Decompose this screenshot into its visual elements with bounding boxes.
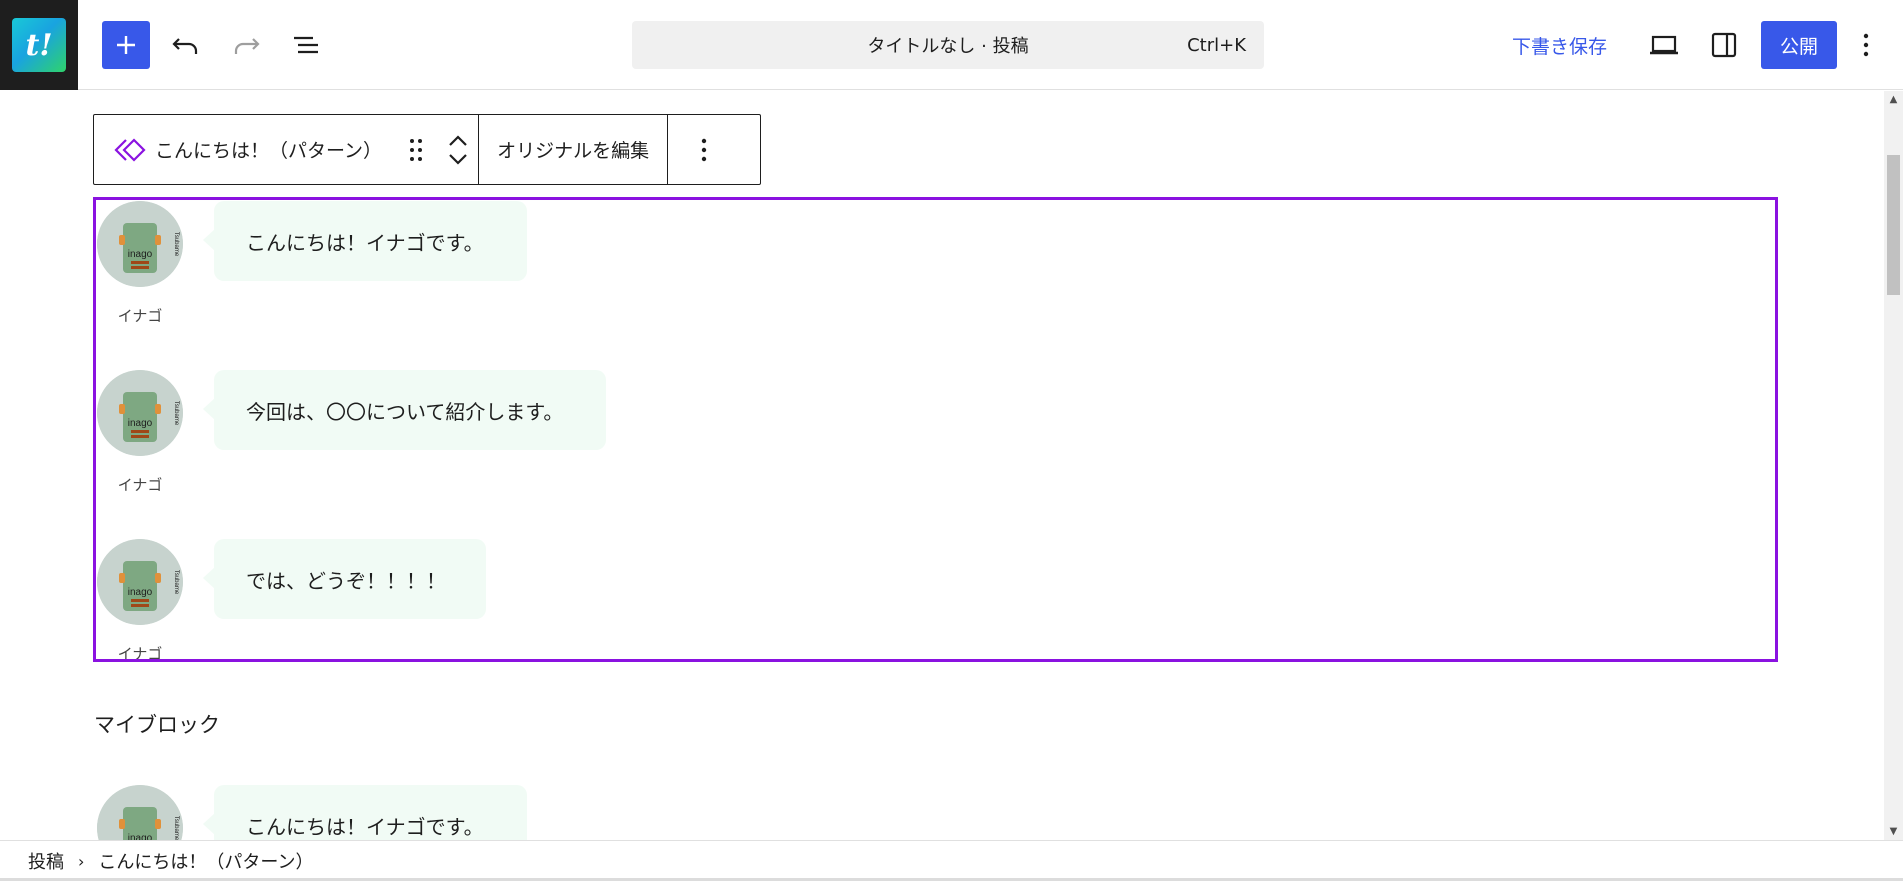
avatar-caption: inago (128, 249, 153, 260)
scrollbar-thumb[interactable] (1887, 155, 1900, 295)
synced-pattern-icon[interactable] (114, 134, 146, 166)
save-draft-button[interactable]: 下書き保存 (1500, 21, 1619, 69)
avatar-caption: inago (128, 587, 153, 598)
my-block-paragraph[interactable]: マイブロック (94, 709, 220, 739)
site-logo-text: t! (25, 27, 53, 63)
vertical-ellipsis-icon (1863, 33, 1869, 57)
drag-handle-icon[interactable] (404, 134, 428, 166)
publish-button[interactable]: 公開 (1761, 21, 1837, 69)
scroll-down-arrow-icon[interactable]: ▼ (1884, 823, 1903, 840)
grasshopper-avatar-icon: inago Tsubame (97, 201, 183, 287)
grasshopper-avatar-icon: inago Tsubame (97, 785, 183, 840)
avatar: inago Tsubame (97, 201, 183, 287)
command-shortcut: Ctrl+K (1187, 34, 1246, 56)
document-title-command-bar[interactable]: タイトルなし · 投稿 Ctrl+K (632, 21, 1264, 69)
grasshopper-avatar-icon: inago Tsubame (97, 370, 183, 456)
list-view-icon (294, 36, 318, 54)
speech-bubble: 今回は、〇〇について紹介します。 (203, 370, 606, 450)
redo-button[interactable] (222, 21, 270, 69)
avatar: inago Tsubame (97, 370, 183, 456)
speech-bubble: こんにちは！イナゴです。 (203, 785, 527, 840)
site-logo-icon: t! (12, 18, 66, 72)
edit-original-button[interactable]: オリジナルを編集 (478, 115, 667, 184)
avatar-side-text: Tsubame (173, 816, 179, 840)
chevron-right-icon: › (78, 851, 85, 871)
redo-icon (234, 38, 260, 54)
editor-header: t! タイトルなし · 投稿 Ctrl+K 下書き保存 公開 (0, 0, 1903, 90)
speech-bubble-text: こんにちは！イナゴです。 (246, 814, 484, 839)
undo-icon (172, 38, 198, 54)
document-overview-button[interactable] (282, 21, 330, 69)
site-logo-button[interactable]: t! (0, 0, 78, 90)
avatar: inago Tsubame (97, 539, 183, 625)
move-up-icon[interactable] (448, 134, 468, 147)
settings-sidebar-button[interactable] (1700, 21, 1748, 69)
sidebar-toggle-icon (1711, 32, 1737, 58)
avatar-caption: inago (128, 833, 153, 840)
avatar: inago Tsubame (97, 785, 183, 840)
block-breadcrumb: 投稿 › こんにちは！（パターン） (0, 840, 1903, 881)
scroll-up-arrow-icon[interactable]: ▲ (1884, 91, 1903, 108)
plus-icon (117, 36, 135, 54)
vertical-ellipsis-icon (701, 138, 706, 161)
speech-bubble-text: 今回は、〇〇について紹介します。 (246, 399, 564, 424)
avatar-name: イナゴ (117, 307, 163, 325)
canvas-scrollbar[interactable]: ▲ ▼ (1884, 91, 1903, 840)
block-inserter-button[interactable] (102, 21, 150, 69)
speech-bubble: では、どうぞ！！！！ (203, 539, 486, 619)
grasshopper-avatar-icon: inago Tsubame (97, 539, 183, 625)
breadcrumb-item-current: こんにちは！（パターン） (98, 852, 314, 873)
move-down-icon[interactable] (448, 153, 468, 165)
breadcrumb-item-post[interactable]: 投稿 (20, 848, 72, 874)
avatar-side-text: Tsubame (173, 232, 179, 257)
undo-button[interactable] (162, 21, 210, 69)
avatar-side-text: Tsubame (173, 570, 179, 595)
preview-button[interactable] (1640, 21, 1688, 69)
document-title: タイトルなし · 投稿 (867, 36, 1029, 57)
avatar-caption: inago (128, 418, 153, 429)
avatar-side-text: Tsubame (173, 401, 179, 426)
avatar-name: イナゴ (117, 645, 163, 663)
block-toolbar-main-group: こんにちは！（パターン） (94, 115, 478, 184)
editor-app: t! タイトルなし · 投稿 Ctrl+K 下書き保存 公開 こんにちは！（パタ… (0, 0, 1903, 881)
speech-bubble: こんにちは！イナゴです。 (203, 201, 527, 281)
block-movers (446, 124, 470, 176)
block-options-button[interactable] (667, 115, 739, 184)
edit-original-label: オリジナルを編集 (497, 140, 650, 162)
options-menu-button[interactable] (1846, 21, 1886, 69)
avatar-name: イナゴ (117, 476, 163, 494)
speech-bubble-text: では、どうぞ！！！！ (246, 568, 446, 593)
block-toolbar: こんにちは！（パターン） オリジナルを編集 (93, 114, 761, 185)
editor-canvas: こんにちは！（パターン） オリジナルを編集 inago Tsubame イナゴ … (0, 91, 1884, 840)
desktop-preview-icon (1650, 35, 1678, 55)
speech-bubble-text: こんにちは！イナゴです。 (246, 230, 484, 255)
block-toolbar-label: こんにちは！（パターン） (155, 140, 383, 162)
